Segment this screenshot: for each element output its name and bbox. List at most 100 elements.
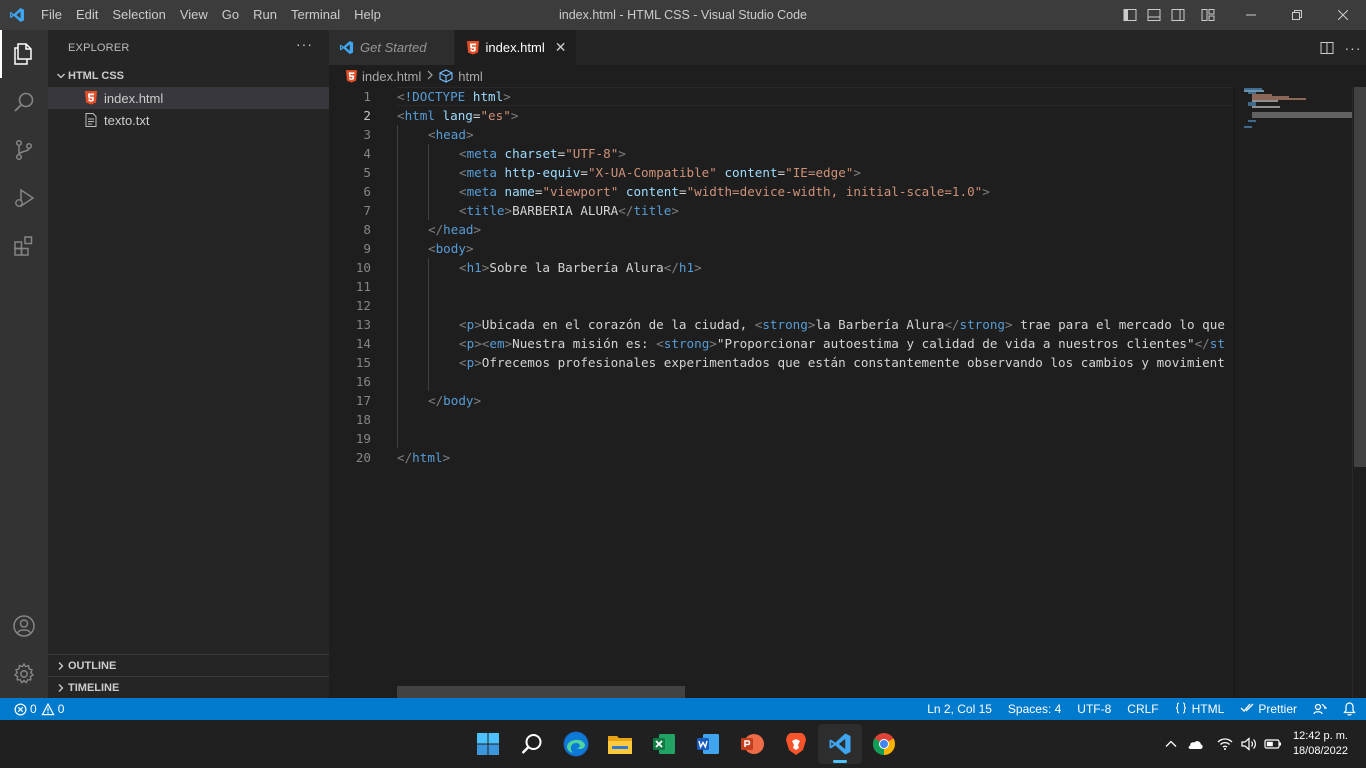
code-line[interactable]: 5 <meta http-equiv="X-UA-Compatible" cont… — [329, 163, 1234, 182]
code-token: la Barbería Alura — [815, 317, 945, 332]
breadcrumb-file[interactable]: index.html — [362, 69, 421, 84]
restore-icon[interactable] — [1274, 0, 1320, 30]
menu-file[interactable]: File — [34, 0, 69, 30]
code-line[interactable]: 12 — [329, 296, 1234, 315]
file-texto-txt[interactable]: texto.txt — [48, 109, 329, 131]
horizontal-scrollbar-thumb[interactable] — [397, 686, 685, 698]
code-token: body — [435, 241, 466, 256]
split-editor-icon[interactable] — [1314, 41, 1340, 55]
more-actions-icon[interactable]: ··· — [1340, 40, 1366, 56]
windows-start-icon[interactable] — [466, 724, 510, 764]
code-line[interactable]: 9 <body> — [329, 239, 1234, 258]
vertical-scrollbar[interactable] — [1352, 87, 1366, 698]
code-line[interactable]: 18 — [329, 410, 1234, 429]
outline-section[interactable]: OUTLINE — [48, 654, 329, 676]
explorer-sidebar: EXPLORER ··· HTML CSS index.html texto.t… — [48, 30, 329, 698]
code-line[interactable]: 15 <p>Ofrecemos profesionales experimenta… — [329, 353, 1234, 372]
breadcrumb-symbol[interactable]: html — [458, 69, 483, 84]
tab-index-html[interactable]: index.html ✕ — [455, 30, 578, 65]
brave-icon[interactable] — [774, 724, 818, 764]
source-control-icon[interactable] — [0, 126, 48, 174]
close-tab-icon[interactable]: ✕ — [555, 39, 567, 56]
menu-selection[interactable]: Selection — [105, 0, 172, 30]
file-explorer-icon[interactable] — [598, 724, 642, 764]
powerpoint-icon[interactable] — [730, 724, 774, 764]
toggle-panel-icon[interactable] — [1142, 0, 1166, 30]
code-token: > — [671, 203, 679, 218]
search-icon[interactable] — [510, 724, 554, 764]
explorer-title: EXPLORER — [68, 41, 130, 54]
code-token: html — [412, 450, 443, 465]
code-line[interactable]: 17 </body> — [329, 391, 1234, 410]
explorer-icon[interactable] — [0, 30, 48, 78]
close-window-icon[interactable] — [1320, 0, 1366, 30]
menu-terminal[interactable]: Terminal — [284, 0, 347, 30]
timeline-label: TIMELINE — [68, 681, 120, 694]
code-token: meta — [466, 184, 497, 199]
cursor-position[interactable]: Ln 2, Col 15 — [919, 698, 1000, 720]
code-token: < — [428, 241, 436, 256]
run-debug-icon[interactable] — [0, 174, 48, 222]
wifi-icon[interactable] — [1213, 720, 1237, 768]
excel-icon[interactable] — [642, 724, 686, 764]
minimap[interactable] — [1234, 87, 1352, 698]
timeline-section[interactable]: TIMELINE — [48, 676, 329, 698]
settings-gear-icon[interactable] — [0, 650, 48, 698]
volume-icon[interactable] — [1237, 720, 1261, 768]
prettier-status[interactable]: Prettier — [1232, 698, 1305, 720]
minimize-icon[interactable] — [1228, 0, 1274, 30]
battery-icon[interactable] — [1261, 720, 1285, 768]
menu-edit[interactable]: Edit — [69, 0, 105, 30]
code-token: </ — [663, 260, 679, 275]
scrollbar-thumb[interactable] — [1354, 87, 1366, 467]
problems-indicator[interactable]: 0 0 — [14, 698, 72, 720]
code-token: h1 — [466, 260, 482, 275]
code-line[interactable]: 19 — [329, 429, 1234, 448]
code-line[interactable]: 2 <html lang="es"> — [329, 106, 1234, 125]
code-editor[interactable]: 1 <!DOCTYPE html> 2 <html lang="es"> 3 <head>… — [329, 87, 1234, 698]
feedback-icon[interactable] — [1305, 698, 1335, 720]
system-clock[interactable]: 12:42 p. m. 18/08/2022 — [1285, 729, 1366, 759]
code-line[interactable]: 1 <!DOCTYPE html> — [329, 87, 1234, 106]
line-number: 3 — [363, 127, 371, 142]
menu-go[interactable]: Go — [215, 0, 246, 30]
toggle-primary-sidebar-icon[interactable] — [1118, 0, 1142, 30]
toggle-secondary-sidebar-icon[interactable] — [1166, 0, 1190, 30]
notifications-bell-icon[interactable] — [1335, 698, 1366, 720]
folder-html-css[interactable]: HTML CSS — [48, 65, 329, 87]
code-line[interactable]: 10 <h1>Sobre la Barbería Alura</h1> — [329, 258, 1234, 277]
encoding[interactable]: UTF-8 — [1069, 698, 1119, 720]
tab-get-started[interactable]: Get Started — [329, 30, 456, 65]
file-index-html[interactable]: index.html — [48, 87, 329, 109]
chevron-up-icon[interactable] — [1159, 720, 1183, 768]
code-line[interactable]: 11 — [329, 277, 1234, 296]
customize-layout-icon[interactable] — [1196, 0, 1220, 30]
menu-help[interactable]: Help — [347, 0, 388, 30]
code-line[interactable]: 16 — [329, 372, 1234, 391]
account-icon[interactable] — [0, 602, 48, 650]
code-line[interactable]: 14 <p><em>Nuestra misión es: <strong>"Pro… — [329, 334, 1234, 353]
onedrive-cloud-icon[interactable] — [1183, 720, 1207, 768]
menu-view[interactable]: View — [173, 0, 215, 30]
extensions-icon[interactable] — [0, 222, 48, 270]
edge-icon[interactable] — [554, 724, 598, 764]
code-line[interactable]: 6 <meta name="viewport" content="width=de… — [329, 182, 1234, 201]
indentation[interactable]: Spaces: 4 — [1000, 698, 1069, 720]
word-icon[interactable] — [686, 724, 730, 764]
code-line[interactable]: 4 <meta charset="UTF-8"> — [329, 144, 1234, 163]
chrome-icon[interactable] — [862, 724, 906, 764]
search-icon[interactable] — [0, 78, 48, 126]
code-line[interactable]: 13 <p>Ubicada en el corazón de la ciudad,… — [329, 315, 1234, 334]
code-line[interactable]: 8 </head> — [329, 220, 1234, 239]
line-ending[interactable]: CRLF — [1119, 698, 1166, 720]
more-actions-icon[interactable]: ··· — [296, 36, 313, 52]
code-line[interactable]: 7 <title>BARBERIA ALURA</title> — [329, 201, 1234, 220]
menu-run[interactable]: Run — [246, 0, 284, 30]
code-token: </ — [428, 393, 444, 408]
code-line[interactable]: 3 <head> — [329, 125, 1234, 144]
text-file-icon — [84, 113, 98, 127]
language-mode[interactable]: HTML — [1167, 698, 1233, 720]
code-line[interactable]: 20 </html> — [329, 448, 1234, 467]
vscode-icon[interactable] — [818, 724, 862, 764]
